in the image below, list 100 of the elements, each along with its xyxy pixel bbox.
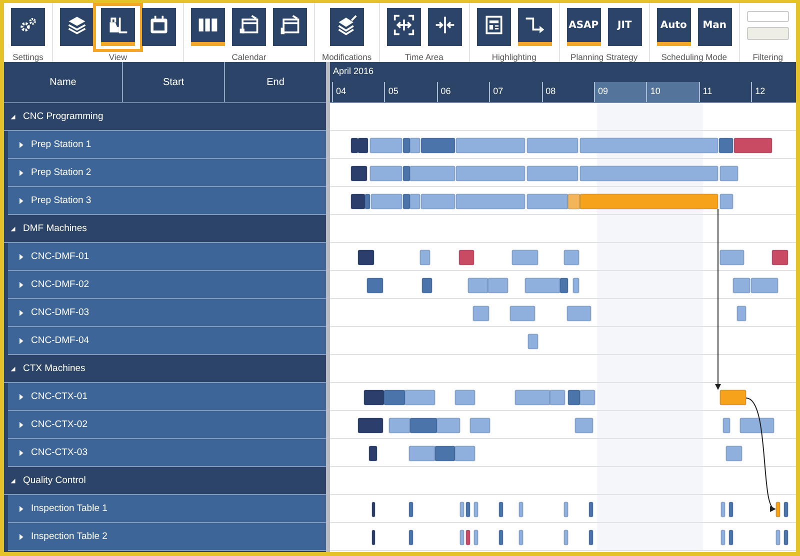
task-bar[interactable] bbox=[372, 530, 376, 546]
task-bar[interactable] bbox=[410, 138, 420, 154]
expand-triangle-icon[interactable] bbox=[18, 170, 24, 176]
group-row-label[interactable]: CTX Machines bbox=[23, 363, 86, 374]
task-bar[interactable] bbox=[466, 502, 470, 518]
expand-triangle-icon[interactable] bbox=[18, 534, 24, 540]
mode-button[interactable]: ASAP bbox=[566, 8, 601, 46]
task-bar[interactable] bbox=[408, 530, 414, 546]
task-bar[interactable] bbox=[402, 166, 410, 182]
toolbar-button[interactable] bbox=[330, 8, 364, 46]
collapse-triangle-icon[interactable] bbox=[10, 226, 16, 232]
column-header[interactable]: Start bbox=[123, 62, 225, 102]
resource-row-label[interactable]: CNC-DMF-04 bbox=[31, 335, 90, 346]
expand-triangle-icon[interactable] bbox=[18, 198, 24, 204]
resource-row-label[interactable]: CNC-CTX-03 bbox=[31, 447, 88, 458]
group-label: View bbox=[108, 52, 128, 62]
task-bar[interactable] bbox=[366, 278, 384, 294]
task-bar[interactable] bbox=[498, 502, 504, 518]
task-bar[interactable] bbox=[458, 250, 474, 266]
task-bar[interactable] bbox=[350, 166, 368, 182]
task-bar[interactable] bbox=[368, 446, 378, 462]
expand-triangle-icon[interactable] bbox=[18, 282, 24, 288]
calendar-icon bbox=[148, 14, 170, 36]
task-bar[interactable] bbox=[560, 278, 568, 294]
filter-field[interactable] bbox=[746, 11, 789, 22]
task-bar[interactable] bbox=[364, 390, 384, 406]
expand-triangle-icon[interactable] bbox=[18, 254, 24, 260]
compress-arrows-icon bbox=[434, 14, 456, 36]
task-bar[interactable] bbox=[568, 390, 580, 406]
toolbar-button[interactable] bbox=[101, 8, 135, 46]
resource-row-label[interactable]: Prep Station 2 bbox=[31, 167, 92, 178]
task-bar[interactable] bbox=[358, 418, 384, 434]
resource-row-label[interactable]: CNC-CTX-01 bbox=[31, 391, 88, 402]
expand-triangle-icon[interactable] bbox=[18, 422, 24, 428]
task-bar[interactable] bbox=[580, 390, 596, 406]
resource-row-label[interactable]: Inspection Table 2 bbox=[31, 531, 108, 542]
toolbar-button[interactable] bbox=[142, 8, 176, 46]
task-bar[interactable] bbox=[728, 530, 734, 546]
group-label: Filtering bbox=[752, 52, 783, 62]
group-label: Planning Strategy bbox=[570, 52, 638, 62]
expand-triangle-icon[interactable] bbox=[18, 310, 24, 316]
toolbar-button[interactable] bbox=[191, 8, 225, 46]
task-bar[interactable] bbox=[350, 194, 366, 210]
task-bar[interactable] bbox=[402, 194, 410, 210]
resource-row-label[interactable]: Inspection Table 1 bbox=[31, 503, 108, 514]
mode-button[interactable]: Man bbox=[698, 8, 732, 46]
day-header: 11 bbox=[698, 82, 752, 102]
toolbar-button[interactable] bbox=[518, 8, 552, 46]
collapse-triangle-icon[interactable] bbox=[10, 114, 16, 120]
task-bar[interactable] bbox=[588, 502, 594, 518]
task-bar[interactable] bbox=[784, 530, 788, 546]
toolbar-button[interactable] bbox=[428, 8, 462, 46]
task-bar[interactable] bbox=[384, 390, 406, 406]
toolbar-button[interactable] bbox=[232, 8, 266, 46]
task-bar[interactable] bbox=[772, 250, 788, 266]
toolbar-button[interactable] bbox=[273, 8, 307, 46]
task-bar[interactable] bbox=[350, 138, 358, 154]
task-bar[interactable] bbox=[718, 138, 734, 154]
mode-button[interactable]: Auto bbox=[656, 8, 691, 46]
group-row-label[interactable]: Quality Control bbox=[23, 475, 86, 486]
task-bar[interactable] bbox=[784, 502, 788, 518]
group-row-label[interactable]: CNC Programming bbox=[23, 111, 104, 122]
task-bar[interactable] bbox=[728, 502, 734, 518]
task-bar[interactable] bbox=[402, 138, 410, 154]
resource-row-label[interactable]: CNC-DMF-03 bbox=[31, 307, 90, 318]
filter-field[interactable] bbox=[746, 27, 789, 40]
resource-row-label[interactable]: CNC-DMF-01 bbox=[31, 251, 90, 262]
expand-triangle-icon[interactable] bbox=[18, 450, 24, 456]
task-bar[interactable] bbox=[466, 530, 470, 546]
group-label: Scheduling Mode bbox=[661, 52, 727, 62]
task-bar[interactable] bbox=[358, 250, 374, 266]
resource-row-label[interactable]: Prep Station 1 bbox=[31, 139, 92, 150]
task-bar[interactable] bbox=[364, 194, 370, 210]
collapse-triangle-icon[interactable] bbox=[10, 366, 16, 372]
expand-triangle-icon[interactable] bbox=[18, 506, 24, 512]
calendar-icon bbox=[279, 14, 301, 36]
task-bar[interactable] bbox=[588, 530, 594, 546]
task-bar[interactable] bbox=[498, 530, 504, 546]
collapse-triangle-icon[interactable] bbox=[10, 478, 16, 484]
expand-triangle-icon[interactable] bbox=[18, 394, 24, 400]
toolbar-button[interactable] bbox=[476, 8, 511, 46]
toolbar-button[interactable] bbox=[60, 8, 94, 46]
task-bar[interactable] bbox=[410, 194, 420, 210]
column-header[interactable]: End bbox=[225, 62, 326, 102]
task-bar[interactable] bbox=[358, 138, 368, 154]
task-bar[interactable] bbox=[408, 502, 414, 518]
resource-row-label[interactable]: Prep Station 3 bbox=[31, 195, 92, 206]
toolbar-button[interactable] bbox=[11, 8, 45, 46]
expand-triangle-icon[interactable] bbox=[18, 338, 24, 344]
group-row-label[interactable]: DMF Machines bbox=[23, 223, 87, 234]
day-header: 05 bbox=[384, 82, 437, 102]
expand-triangle-icon[interactable] bbox=[18, 142, 24, 148]
resource-row-label[interactable]: CNC-CTX-02 bbox=[31, 419, 88, 430]
task-bar[interactable] bbox=[422, 278, 432, 294]
task-bar[interactable] bbox=[740, 418, 774, 434]
toolbar-button[interactable] bbox=[386, 8, 421, 46]
task-bar[interactable] bbox=[372, 502, 376, 518]
mode-button[interactable]: JIT bbox=[608, 8, 642, 46]
resource-row-label[interactable]: CNC-DMF-02 bbox=[31, 279, 90, 290]
column-header[interactable]: Name bbox=[4, 62, 123, 102]
